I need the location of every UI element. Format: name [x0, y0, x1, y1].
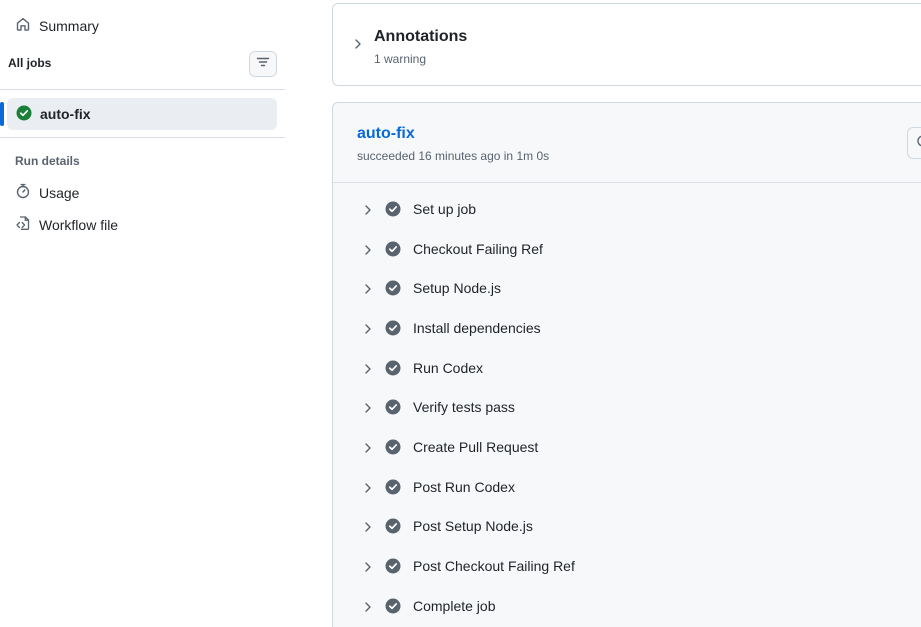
job-title-link[interactable]: auto-fix [357, 125, 415, 143]
chevron-right-icon [362, 282, 374, 294]
refresh-icon [915, 133, 921, 154]
chevron-right-icon [362, 362, 374, 374]
sidebar-divider [0, 89, 285, 90]
all-jobs-row: All jobs [0, 50, 285, 78]
check-circle-icon [385, 399, 401, 415]
usage-link[interactable]: Usage [15, 183, 79, 202]
home-icon [15, 16, 31, 35]
file-code-icon [15, 215, 31, 234]
step-label: Setup Node.js [413, 280, 501, 297]
chevron-right-icon [362, 560, 374, 572]
chevron-right-icon [362, 481, 374, 493]
refresh-button[interactable] [907, 127, 921, 159]
chevron-right-icon [362, 322, 374, 334]
filter-icon [256, 55, 270, 74]
check-circle-icon [385, 598, 401, 614]
usage-label: Usage [39, 184, 80, 201]
stopwatch-icon [15, 183, 31, 202]
step-label: Post Checkout Failing Ref [413, 558, 575, 575]
chevron-right-icon [362, 401, 374, 413]
check-circle-icon [385, 439, 401, 455]
step-row[interactable]: Post Run Codex [333, 467, 921, 507]
step-label: Post Run Codex [413, 478, 515, 495]
summary-link[interactable]: Summary [15, 16, 99, 35]
chevron-right-icon [362, 441, 374, 453]
chevron-right-icon [362, 243, 374, 255]
jobs-sidebar: Summary All jobs auto-fix Run details Us… [0, 0, 285, 627]
check-circle-icon [385, 518, 401, 534]
step-label: Complete job [413, 597, 496, 614]
success-check-icon [16, 105, 32, 124]
annotations-title[interactable]: Annotations [374, 28, 467, 46]
sidebar-divider [0, 137, 285, 138]
step-row[interactable]: Checkout Failing Ref [333, 229, 921, 269]
summary-label: Summary [39, 17, 99, 34]
annotations-card: Annotations 1 warning [332, 3, 921, 86]
all-jobs-label: All jobs [8, 56, 52, 70]
step-row[interactable]: Post Checkout Failing Ref [333, 546, 921, 586]
workflow-file-link[interactable]: Workflow file [15, 215, 118, 234]
job-item-auto-fix[interactable]: auto-fix [7, 98, 277, 130]
step-row[interactable]: Post Setup Node.js [333, 507, 921, 547]
check-circle-icon [385, 479, 401, 495]
step-label: Checkout Failing Ref [413, 240, 543, 257]
step-row[interactable]: Complete job [333, 586, 921, 626]
step-label: Verify tests pass [413, 399, 515, 416]
step-label: Run Codex [413, 359, 484, 376]
check-circle-icon [385, 201, 401, 217]
check-circle-icon [385, 558, 401, 574]
step-row[interactable]: Create Pull Request [333, 427, 921, 467]
step-label: Install dependencies [413, 319, 541, 336]
check-circle-icon [385, 360, 401, 376]
steps-list: Set up job Checkout Failing Ref Setup No… [333, 189, 921, 626]
job-meta: succeeded 16 minutes ago in 1m 0s [357, 149, 550, 163]
selected-job-indicator [0, 102, 4, 126]
job-header: auto-fix succeeded 16 minutes ago in 1m … [333, 103, 921, 183]
step-row[interactable]: Verify tests pass [333, 387, 921, 427]
chevron-right-icon[interactable] [352, 37, 364, 49]
run-details-heading: Run details [15, 154, 80, 168]
job-panel: auto-fix succeeded 16 minutes ago in 1m … [332, 102, 921, 627]
workflow-file-label: Workflow file [39, 216, 119, 233]
job-item-label: auto-fix [40, 106, 91, 122]
step-row[interactable]: Set up job [333, 189, 921, 229]
check-circle-icon [385, 280, 401, 296]
step-row[interactable]: Setup Node.js [333, 268, 921, 308]
step-label: Set up job [413, 200, 477, 217]
step-label: Post Setup Node.js [413, 518, 533, 535]
check-circle-icon [385, 241, 401, 257]
chevron-right-icon [362, 520, 374, 533]
step-label: Create Pull Request [413, 438, 539, 455]
chevron-right-icon [362, 600, 374, 612]
chevron-right-icon [362, 203, 374, 215]
filter-jobs-button[interactable] [249, 51, 277, 77]
check-circle-icon [385, 320, 401, 336]
annotations-subtitle: 1 warning [374, 52, 427, 66]
step-row[interactable]: Install dependencies [333, 308, 921, 348]
step-row[interactable]: Run Codex [333, 348, 921, 388]
